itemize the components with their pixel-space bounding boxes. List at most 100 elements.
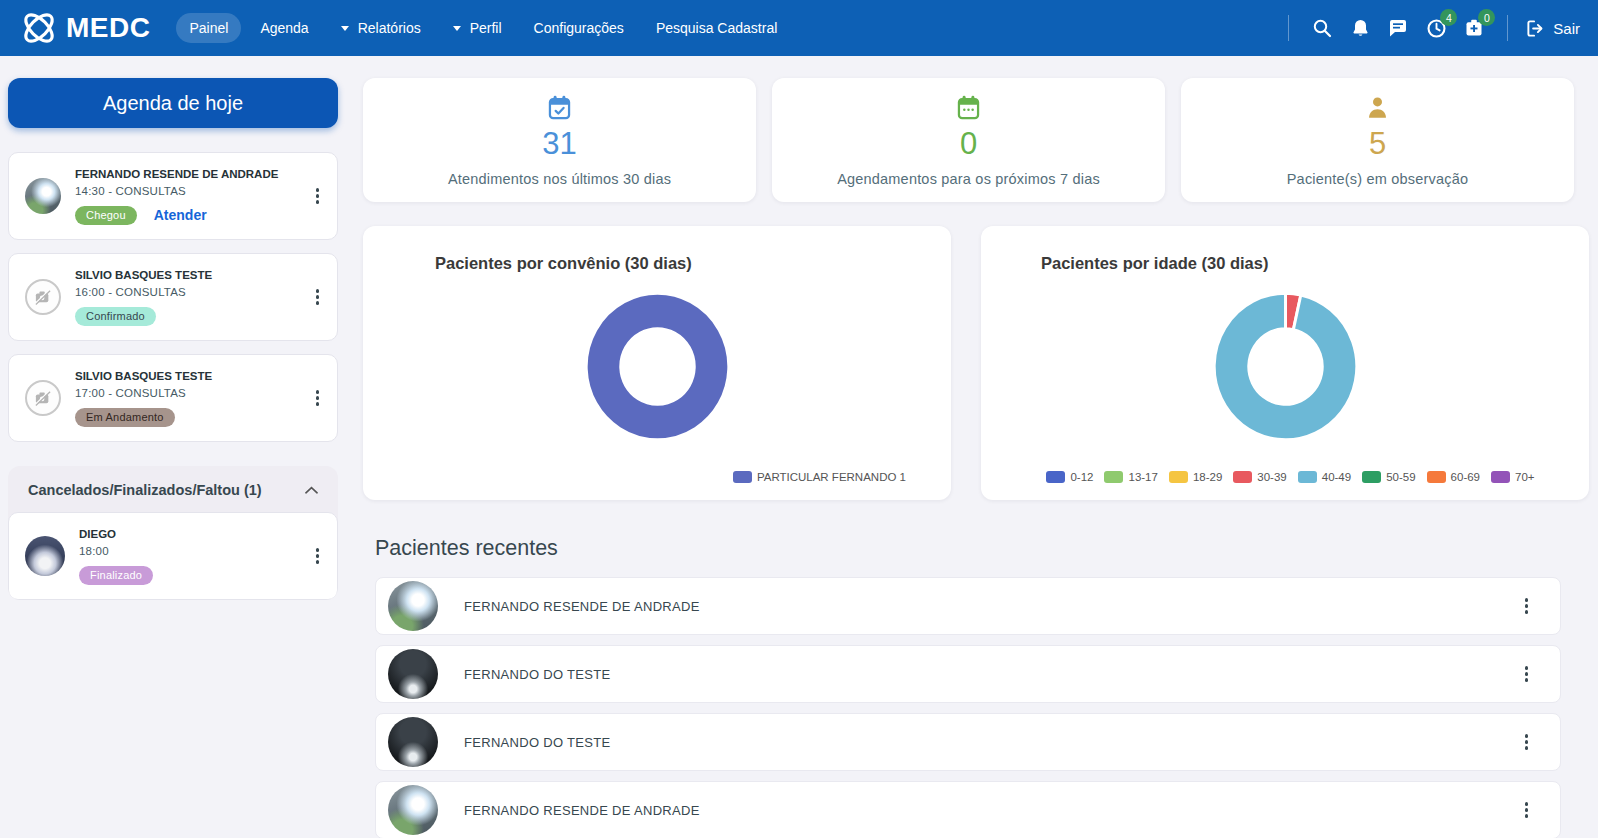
legend-label: 60-69: [1451, 471, 1480, 483]
legend-label: 50-59: [1386, 471, 1415, 483]
nav-perfil[interactable]: Perfil: [440, 13, 515, 43]
appointment-card[interactable]: FERNANDO RESENDE DE ANDRADE 14:30 - CONS…: [8, 152, 338, 240]
recent-patient-row[interactable]: FERNANDO DO TESTE: [375, 713, 1561, 771]
more-options-icon[interactable]: [314, 184, 322, 208]
legend-item[interactable]: 18-29: [1169, 471, 1222, 483]
cancelled-panel-title: Cancelados/Finalizados/Faltou (1): [28, 482, 262, 498]
legend-item[interactable]: 13-17: [1104, 471, 1157, 483]
nav-painel[interactable]: Painel: [176, 13, 241, 43]
medicine-box-icon[interactable]: 0: [1463, 17, 1485, 39]
chart-convenio-card: Pacientes por convênio (30 dias) PARTICU…: [363, 226, 951, 500]
more-options-icon[interactable]: [1523, 730, 1531, 754]
sidebar: Agenda de hoje FERNANDO RESENDE DE ANDRA…: [8, 78, 338, 600]
stat-value: 5: [1369, 126, 1386, 162]
legend-color-chip: [1362, 471, 1381, 483]
recent-patients-list: FERNANDO RESENDE DE ANDRADE FERNANDO DO …: [375, 577, 1561, 838]
recent-patient-row[interactable]: FERNANDO RESENDE DE ANDRADE: [375, 781, 1561, 838]
status-badge: Chegou: [75, 206, 137, 225]
legend-color-chip: [1298, 471, 1317, 483]
legend-item[interactable]: 50-59: [1362, 471, 1415, 483]
clock-history-icon[interactable]: 4: [1425, 17, 1447, 39]
more-options-icon[interactable]: [1523, 594, 1531, 618]
legend-label: PARTICULAR FERNANDO 1: [757, 471, 906, 483]
navbar-actions: 4 0 Sair: [1274, 15, 1580, 41]
navbar: MEDC Painel Agenda Relatórios Perfil Con…: [0, 0, 1598, 56]
stat-card-atendimentos: 31 Atendimentos nos últimos 30 dias: [363, 78, 756, 202]
appointment-time: 16:00 - CONSULTAS: [75, 286, 306, 298]
avatar: [25, 178, 61, 214]
stat-label: Agendamentos para os próximos 7 dias: [837, 171, 1100, 187]
chart-idade-card: Pacientes por idade (30 dias) 0-1213-171…: [981, 226, 1589, 500]
avatar: [388, 717, 438, 767]
recent-patient-row[interactable]: FERNANDO RESENDE DE ANDRADE: [375, 577, 1561, 635]
charts-row: Pacientes por convênio (30 dias) PARTICU…: [363, 226, 1589, 500]
status-badge: Em Andamento: [75, 408, 175, 427]
patient-name: FERNANDO RESENDE DE ANDRADE: [464, 599, 700, 614]
legend-color-chip: [1104, 471, 1123, 483]
legend-item[interactable]: PARTICULAR FERNANDO 1: [733, 471, 906, 483]
appointment-card[interactable]: SILVIO BASQUES TESTE 17:00 - CONSULTAS E…: [8, 354, 338, 442]
avatar: [388, 649, 438, 699]
chart-title: Pacientes por convênio (30 dias): [435, 254, 692, 273]
legend-label: 70+: [1515, 471, 1535, 483]
clock-badge: 4: [1440, 9, 1457, 26]
legend-color-chip: [1046, 471, 1065, 483]
nav-relatorios[interactable]: Relatórios: [328, 13, 434, 43]
chart-legend: 0-12 13-17 18-29 30-39 40-49 50-59 60-69 70+: [981, 471, 1589, 483]
legend-item[interactable]: 60-69: [1427, 471, 1480, 483]
notifications-bell-icon[interactable]: [1349, 17, 1371, 39]
brand-logo[interactable]: MEDC: [18, 7, 150, 49]
status-badge: Finalizado: [79, 566, 153, 585]
patient-name: FERNANDO RESENDE DE ANDRADE: [464, 803, 700, 818]
more-options-icon[interactable]: [314, 386, 322, 410]
divider: [1288, 15, 1289, 41]
main-content: 31 Atendimentos nos últimos 30 dias 0 Ag…: [363, 78, 1589, 838]
doughnut-chart-convenio: [363, 291, 951, 442]
recent-patients-title: Pacientes recentes: [375, 536, 1589, 561]
nav-configuracoes[interactable]: Configurações: [521, 13, 637, 43]
brand-name: MEDC: [66, 12, 150, 44]
stats-row: 31 Atendimentos nos últimos 30 dias 0 Ag…: [363, 78, 1574, 202]
recent-patient-row[interactable]: FERNANDO DO TESTE: [375, 645, 1561, 703]
stat-value: 0: [960, 126, 977, 162]
avatar: [25, 536, 65, 576]
appointment-time: 14:30 - CONSULTAS: [75, 185, 306, 197]
nav-pesquisa-cadastral[interactable]: Pesquisa Cadastral: [643, 13, 790, 43]
logout-button[interactable]: Sair: [1526, 19, 1580, 38]
legend-color-chip: [1169, 471, 1188, 483]
legend-item[interactable]: 40-49: [1298, 471, 1351, 483]
doughnut-chart-idade: [981, 291, 1589, 442]
camera-off-icon: [34, 289, 52, 305]
avatar: [388, 581, 438, 631]
legend-label: 0-12: [1070, 471, 1093, 483]
more-options-icon[interactable]: [1523, 662, 1531, 686]
more-options-icon[interactable]: [314, 544, 322, 568]
medc-logo-icon: [18, 7, 60, 49]
agenda-de-hoje-button[interactable]: Agenda de hoje: [8, 78, 338, 128]
cancelled-finished-panel: Cancelados/Finalizados/Faltou (1) DIEGO …: [8, 466, 338, 600]
more-options-icon[interactable]: [314, 285, 322, 309]
patient-name: FERNANDO DO TESTE: [464, 667, 610, 682]
legend-item[interactable]: 30-39: [1233, 471, 1286, 483]
status-badge: Confirmado: [75, 307, 156, 326]
more-options-icon[interactable]: [1523, 798, 1531, 822]
appointment-card[interactable]: DIEGO 18:00 Finalizado: [8, 512, 338, 600]
medbox-badge: 0: [1478, 9, 1495, 26]
logout-icon: [1526, 19, 1545, 38]
appointment-card[interactable]: SILVIO BASQUES TESTE 16:00 - CONSULTAS C…: [8, 253, 338, 341]
appointment-time: 17:00 - CONSULTAS: [75, 387, 306, 399]
appointment-time: 18:00: [79, 545, 306, 557]
stat-value: 31: [542, 126, 576, 162]
person-icon: [1364, 94, 1391, 121]
nav-agenda[interactable]: Agenda: [247, 13, 321, 43]
calendar-check-icon: [546, 94, 573, 121]
legend-color-chip: [1491, 471, 1510, 483]
divider: [1507, 15, 1508, 41]
legend-item[interactable]: 0-12: [1046, 471, 1093, 483]
legend-item[interactable]: 70+: [1491, 471, 1535, 483]
legend-label: 40-49: [1322, 471, 1351, 483]
cancelled-panel-header[interactable]: Cancelados/Finalizados/Faltou (1): [8, 466, 338, 512]
atender-link[interactable]: Atender: [154, 207, 207, 223]
search-icon[interactable]: [1311, 17, 1333, 39]
messages-chat-icon[interactable]: [1387, 17, 1409, 39]
